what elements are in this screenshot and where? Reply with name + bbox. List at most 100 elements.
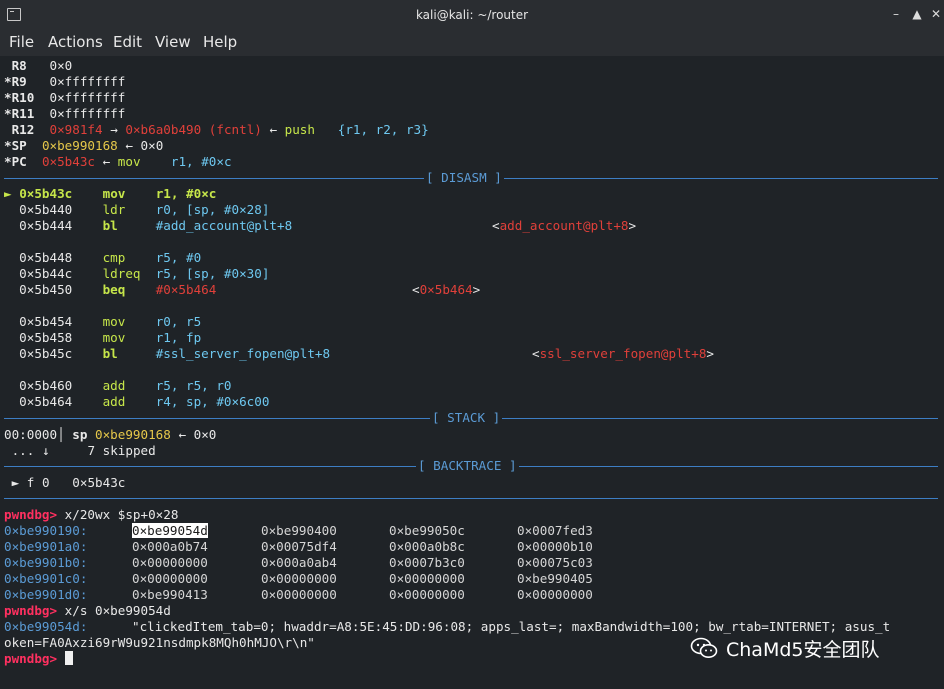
command-line: pwndbg> x/s 0×be99054d bbox=[4, 603, 171, 619]
memdump-word: 0×be990413 bbox=[132, 587, 208, 602]
section-divider-backtrace: [ BACKTRACE ] bbox=[4, 458, 938, 474]
window-titlebar: kali@kali: ~/router – ▲ ✕ bbox=[0, 0, 944, 31]
register-row: R8 0×0 bbox=[4, 58, 73, 74]
disasm-op: mov bbox=[102, 186, 126, 201]
memdump-addr: 0×be990190: bbox=[4, 523, 88, 538]
register-mark bbox=[4, 122, 12, 137]
section-title-stack: [ STACK ] bbox=[430, 410, 503, 426]
disasm-target-label: add_account@plt+8 bbox=[499, 218, 629, 233]
memdump-word: 0×00075df4 bbox=[261, 539, 337, 554]
register-name: R8 bbox=[11, 58, 27, 73]
register-value: 0×981f4 bbox=[49, 122, 103, 137]
disasm-target-label: ssl_server_fopen@plt+8 bbox=[539, 346, 707, 361]
register-mark: * bbox=[4, 154, 12, 169]
register-value: 0×0 bbox=[49, 58, 73, 73]
disasm-row: 0×5b450 beq #0×5b464 bbox=[4, 282, 216, 298]
command-text: x/s 0×be99054d bbox=[64, 603, 171, 618]
section-divider-end bbox=[4, 498, 938, 499]
pwndbg-prompt: pwndbg> bbox=[4, 507, 58, 522]
register-name: R9 bbox=[11, 74, 27, 89]
memdump-word: 0×00000000 bbox=[261, 571, 337, 586]
disasm-op: mov bbox=[102, 314, 126, 329]
disasm-args: r0, r5 bbox=[155, 314, 202, 329]
minimize-icon[interactable]: – bbox=[888, 6, 904, 22]
disasm-args: r5, [sp, #0×30] bbox=[155, 266, 270, 281]
disasm-target: <0×5b464> bbox=[412, 282, 480, 298]
register-deref: 0×b6a0b490 (fcntl) bbox=[125, 122, 262, 137]
arrow-left-icon: ← bbox=[178, 427, 187, 442]
disasm-row: 0×5b44c ldreq r5, [sp, #0×30] bbox=[4, 266, 269, 282]
disasm-args: #ssl_server_fopen@plt+8 bbox=[155, 346, 331, 361]
disasm-op: mov bbox=[102, 330, 126, 345]
register-name: PC bbox=[11, 154, 27, 169]
disasm-addr: 0×5b458 bbox=[19, 330, 73, 345]
stack-skipped: 7 skipped bbox=[87, 443, 156, 458]
disasm-op: bl bbox=[102, 218, 118, 233]
disasm-row: 0×5b464 add r4, sp, #0×6c00 bbox=[4, 394, 269, 410]
disasm-row: 0×5b444 bl #add_account@plt+8 bbox=[4, 218, 292, 234]
string-value-line2: oken=FA0Axzi69rW9u921nsdmpk8MQh0hMJO\r\n… bbox=[4, 635, 315, 650]
command-text: x/20wx $sp+0×28 bbox=[64, 507, 179, 522]
register-row: *PC 0×5b43c ← mov r1, #0×c bbox=[4, 154, 232, 170]
stack-row: 00:0000│ sp 0×be990168 ← 0×0 bbox=[4, 427, 217, 442]
pwndbg-prompt: pwndbg> bbox=[4, 651, 58, 666]
register-args: r1, #0×c bbox=[170, 154, 232, 169]
disasm-addr: 0×5b448 bbox=[19, 250, 73, 265]
menu-view[interactable]: View bbox=[155, 33, 191, 51]
register-row: R12 0×981f4 → 0×b6a0b490 (fcntl) ← push … bbox=[4, 122, 429, 138]
pwndbg-prompt: pwndbg> bbox=[4, 603, 58, 618]
disasm-op: bl bbox=[102, 346, 118, 361]
disasm-op: beq bbox=[102, 282, 126, 297]
disasm-row: 0×5b460 add r5, r5, r0 bbox=[4, 378, 231, 394]
register-name: SP bbox=[11, 138, 27, 153]
text-cursor bbox=[64, 651, 73, 665]
memdump-word: 0×00000000 bbox=[261, 587, 337, 602]
disasm-target-label: <0×5b464> bbox=[412, 282, 481, 297]
disasm-op: ldr bbox=[102, 202, 126, 217]
menu-actions[interactable]: Actions bbox=[48, 33, 103, 51]
register-value: 0×ffffffff bbox=[49, 90, 126, 105]
register-value: 0×5b43c bbox=[41, 154, 96, 169]
disasm-addr: 0×5b454 bbox=[19, 314, 73, 329]
section-divider-disasm: [ DISASM ] bbox=[4, 170, 938, 186]
menu-file[interactable]: File bbox=[9, 33, 34, 51]
close-icon[interactable]: ✕ bbox=[928, 6, 944, 22]
memdump-addr: 0×be9901b0: bbox=[4, 555, 88, 570]
register-mark bbox=[4, 58, 12, 73]
memdump-addr: 0×be9901c0: bbox=[4, 571, 88, 586]
disasm-row: 0×5b458 mov r1, fp bbox=[4, 330, 201, 346]
disasm-addr: 0×5b450 bbox=[19, 282, 73, 297]
memdump-word: 0×be990405 bbox=[517, 571, 593, 586]
memdump-word: 0×0007b3c0 bbox=[389, 555, 465, 570]
disasm-args: #add_account@plt+8 bbox=[155, 218, 293, 233]
menu-help[interactable]: Help bbox=[203, 33, 237, 51]
disasm-args: r4, sp, #0×6c00 bbox=[155, 394, 270, 409]
arrow-right-icon: → bbox=[110, 122, 118, 137]
menu-bar: File Actions Edit View Help bbox=[0, 30, 944, 56]
disasm-args: r1, #0×c bbox=[155, 186, 217, 201]
command-line-active[interactable]: pwndbg> bbox=[4, 651, 73, 667]
memdump-word: 0×00000b10 bbox=[517, 539, 593, 554]
disasm-addr: 0×5b460 bbox=[19, 378, 73, 393]
menu-edit[interactable]: Edit bbox=[113, 33, 142, 51]
register-name: R11 bbox=[11, 106, 35, 121]
maximize-icon[interactable]: ▲ bbox=[909, 6, 925, 22]
disasm-op: add bbox=[102, 378, 126, 393]
register-instr: push bbox=[284, 122, 315, 137]
disasm-op: ldreq bbox=[102, 266, 141, 281]
register-value: 0×ffffffff bbox=[49, 74, 126, 89]
memdump-word: 0×00000000 bbox=[389, 571, 465, 586]
disasm-args: r1, fp bbox=[155, 330, 202, 345]
memdump-word: 0×be990400 bbox=[261, 523, 337, 538]
register-name: R10 bbox=[11, 90, 35, 105]
stack-addr: 0×be990168 bbox=[95, 427, 171, 442]
register-row: *R9 0×ffffffff bbox=[4, 74, 125, 90]
disasm-args: #0×5b464 bbox=[155, 282, 217, 297]
memdump-word: 0×0007fed3 bbox=[517, 523, 593, 538]
arrow-down-icon: ↓ bbox=[41, 443, 50, 458]
backtrace-addr: 0×5b43c bbox=[72, 475, 126, 490]
register-instr: mov bbox=[117, 154, 141, 169]
memdump-word: 0×be99050c bbox=[389, 523, 465, 538]
register-deref: 0×0 bbox=[140, 138, 164, 153]
watermark: ChaMd5安全团队 bbox=[690, 634, 880, 662]
